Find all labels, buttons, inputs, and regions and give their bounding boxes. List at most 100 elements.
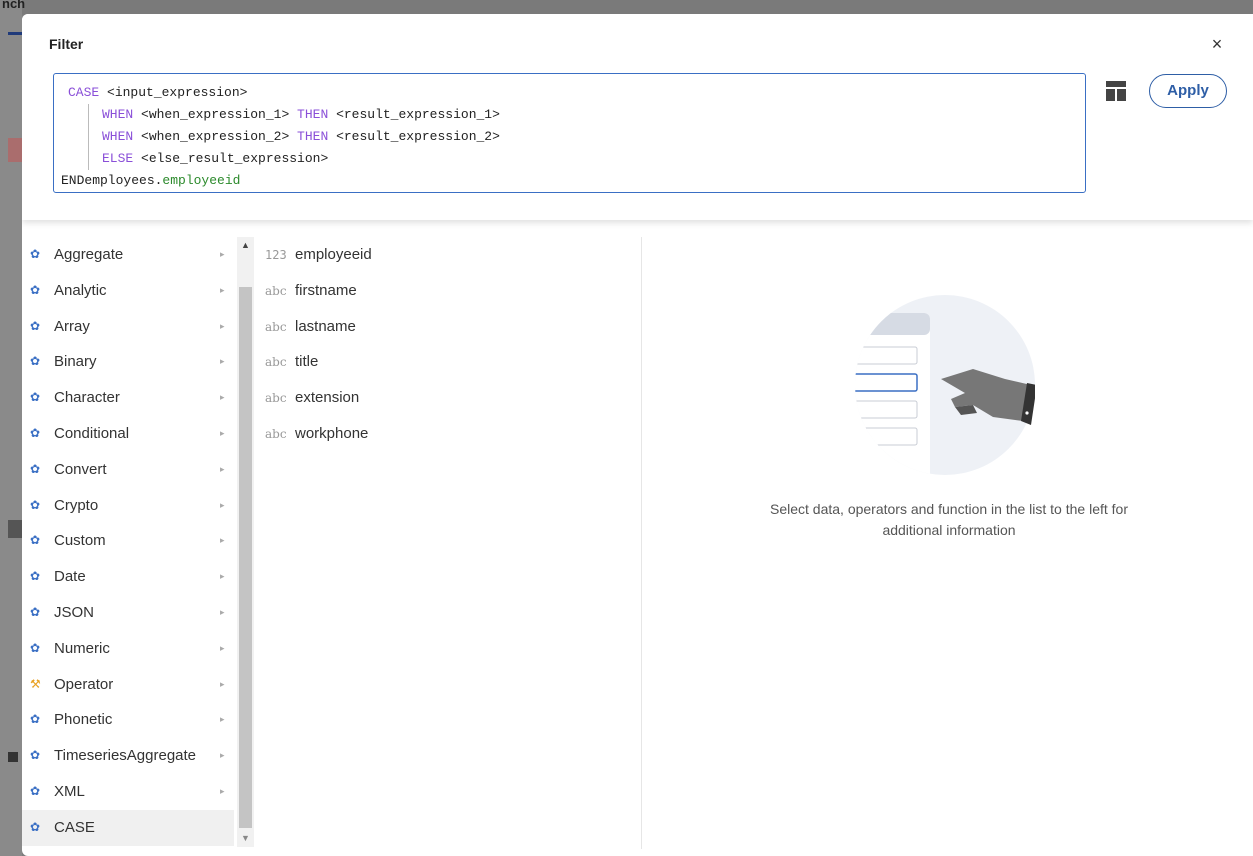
- gear-icon: ✿: [30, 282, 41, 297]
- category-item-binary[interactable]: ✿ Binary ▸: [22, 344, 234, 380]
- code-text: <when_expression_1>: [133, 107, 298, 122]
- field-list: 123 employeeid abc firstname abc lastname a…: [265, 237, 635, 452]
- field-name: title: [295, 353, 319, 371]
- wrench-icon: ⚒: [30, 676, 41, 691]
- text-type-icon: abc: [265, 355, 287, 370]
- field-item-extension[interactable]: abc extension: [265, 380, 635, 416]
- code-text: <result_expression_1>: [328, 107, 500, 122]
- category-item-conditional[interactable]: ✿ Conditional ▸: [22, 416, 234, 452]
- category-item-json[interactable]: ✿ JSON ▸: [22, 595, 234, 631]
- category-item-crypto[interactable]: ✿ Crypto ▸: [22, 488, 234, 524]
- field-name: employeeid: [295, 246, 372, 263]
- category-item-operator[interactable]: ⚒ Operator ▸: [22, 667, 234, 703]
- category-scrollbar[interactable]: ▲ ▼: [237, 237, 254, 847]
- chevron-right-icon: ▸: [220, 284, 225, 295]
- code-text: <result_expression_2>: [328, 129, 500, 144]
- gear-icon: ✿: [30, 247, 41, 261]
- chevron-right-icon: ▸: [220, 571, 225, 582]
- info-message: Select data, operators and function in t…: [770, 501, 1128, 538]
- scroll-down-arrow-icon[interactable]: ▼: [237, 829, 254, 847]
- text-type-icon: abc: [265, 283, 287, 298]
- chevron-right-icon: ▸: [220, 463, 225, 474]
- category-item-convert[interactable]: ✿ Convert ▸: [22, 452, 234, 488]
- background-app-bar: [0, 0, 1253, 14]
- gear-icon: ✿: [30, 390, 41, 405]
- category-label: JSON: [54, 603, 95, 621]
- background-app-mark: [8, 752, 18, 762]
- code-text: <when_expression_2>: [133, 129, 298, 144]
- field-item-lastname[interactable]: abc lastname: [265, 309, 635, 345]
- category-item-aggregate[interactable]: ✿ Aggregate ▸: [22, 237, 234, 273]
- category-item-analytic[interactable]: ✿ Analytic ▸: [22, 273, 234, 309]
- field-name: extension: [295, 389, 360, 407]
- code-line: ENDemployees.employeeid: [61, 170, 1085, 192]
- code-keyword: THEN: [297, 129, 329, 144]
- scroll-up-arrow-icon[interactable]: ▲: [237, 237, 254, 253]
- expression-editor[interactable]: CASE <input_expression> WHEN <when_expre…: [53, 73, 1086, 193]
- text-type-icon: abc: [265, 319, 287, 334]
- function-category-list: ✿ Aggregate ▸ ✿ Analytic ▸ ✿ Array ▸ ✿ Binary ▸ …: [22, 237, 234, 849]
- category-item-date[interactable]: ✿ Date ▸: [22, 559, 234, 595]
- category-item-timeseriesaggregate[interactable]: ✿ TimeseriesAggregate ▸: [22, 738, 234, 774]
- gear-icon: ✿: [30, 461, 41, 476]
- gear-icon: ✿: [30, 748, 41, 763]
- text-type-icon: abc: [265, 391, 287, 406]
- panel-divider: [641, 237, 642, 849]
- category-item-custom[interactable]: ✿ Custom ▸: [22, 523, 234, 559]
- text-type-icon: abc: [265, 426, 287, 441]
- scroll-thumb[interactable]: [239, 287, 252, 828]
- code-text: <input_expression>: [99, 85, 248, 100]
- code-keyword: CASE: [68, 85, 100, 100]
- code-line: CASE <input_expression>: [68, 82, 1085, 104]
- dialog-title: Filter: [49, 36, 84, 52]
- close-button[interactable]: ×: [1209, 35, 1225, 53]
- gear-icon: ✿: [30, 819, 41, 834]
- chevron-right-icon: ▸: [220, 714, 225, 725]
- chevron-right-icon: ▸: [220, 427, 225, 438]
- category-item-character[interactable]: ✿ Character ▸: [22, 380, 234, 416]
- category-label: Custom: [54, 532, 106, 550]
- code-keyword: WHEN: [102, 107, 134, 122]
- chevron-right-icon: ▸: [220, 785, 225, 796]
- code-keyword: ELSE: [102, 151, 134, 166]
- chevron-right-icon: ▸: [220, 642, 225, 653]
- field-item-firstname[interactable]: abc firstname: [265, 273, 635, 309]
- hand-pointing-list-icon: [855, 295, 1037, 475]
- category-item-case[interactable]: ✿ CASE: [22, 809, 234, 846]
- category-item-phonetic[interactable]: ✿ Phonetic ▸: [22, 702, 234, 738]
- code-field-reference: employeeid: [162, 173, 241, 188]
- apply-button[interactable]: Apply: [1149, 74, 1227, 108]
- field-name: lastname: [295, 317, 356, 335]
- table-layout-icon[interactable]: [1106, 81, 1126, 101]
- chevron-right-icon: ▸: [220, 249, 225, 259]
- category-label: Phonetic: [54, 711, 113, 729]
- chevron-right-icon: ▸: [220, 750, 225, 761]
- field-item-workphone[interactable]: abc workphone: [265, 416, 635, 452]
- gear-icon: ✿: [30, 783, 41, 798]
- code-text: ENDemployees.: [61, 173, 163, 188]
- category-label: Conditional: [54, 424, 130, 442]
- field-item-employeeid[interactable]: 123 employeeid: [265, 237, 635, 273]
- category-item-array[interactable]: ✿ Array ▸: [22, 309, 234, 345]
- category-label: Crypto: [54, 496, 99, 514]
- code-line: ELSE <else_result_expression>: [68, 148, 1085, 170]
- gear-icon: ✿: [30, 497, 41, 512]
- field-item-title[interactable]: abc title: [265, 344, 635, 380]
- chevron-right-icon: ▸: [220, 392, 225, 403]
- category-item-numeric[interactable]: ✿ Numeric ▸: [22, 631, 234, 667]
- gear-icon: ✿: [30, 712, 41, 727]
- category-label: Date: [54, 568, 86, 586]
- category-label: Character: [54, 389, 120, 407]
- dialog-header: Filter × CASE <input_expression> WHEN <w…: [22, 14, 1253, 220]
- gear-icon: ✿: [30, 640, 41, 655]
- category-label: Binary: [54, 353, 97, 371]
- filter-dialog: Filter × CASE <input_expression> WHEN <w…: [22, 14, 1253, 856]
- chevron-right-icon: ▸: [220, 499, 225, 510]
- field-name: firstname: [295, 281, 357, 299]
- gear-icon: ✿: [30, 354, 41, 369]
- category-item-xml[interactable]: ✿ XML ▸: [22, 774, 234, 810]
- chevron-right-icon: ▸: [220, 606, 225, 617]
- gear-icon: ✿: [30, 604, 41, 619]
- code-line: WHEN <when_expression_1> THEN <result_ex…: [68, 104, 1085, 126]
- chevron-right-icon: ▸: [220, 320, 225, 331]
